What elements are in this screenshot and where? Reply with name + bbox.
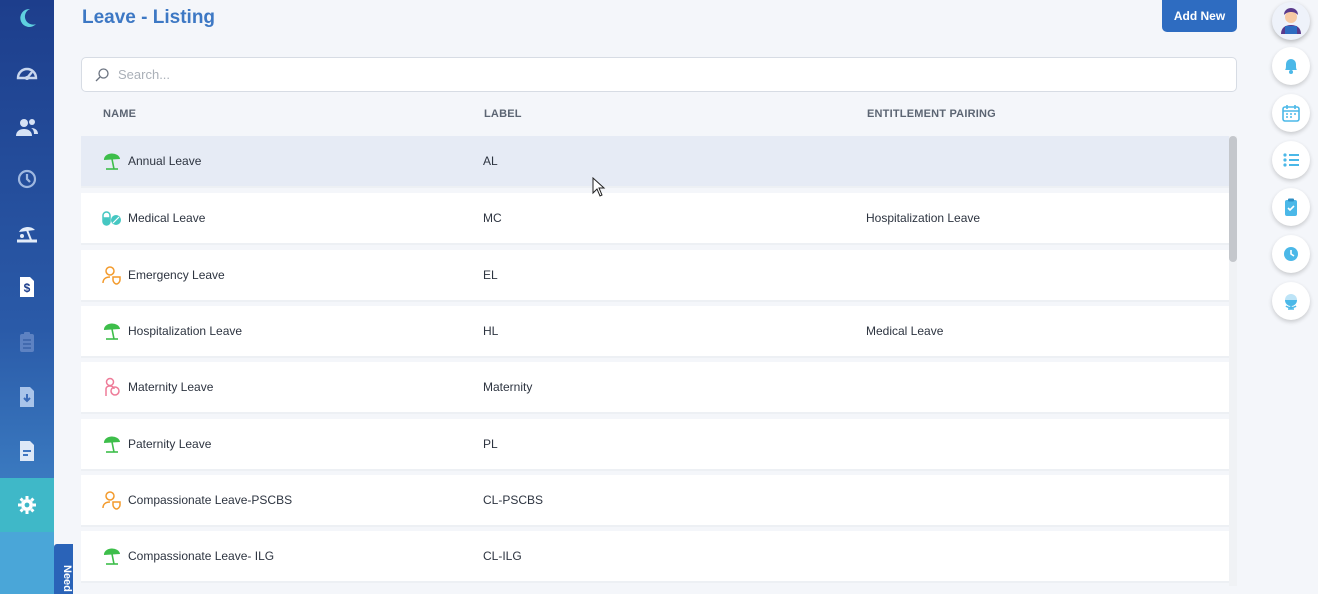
download-document-icon[interactable] (0, 370, 54, 424)
mouse-cursor-icon (592, 177, 606, 197)
person-shield-icon (102, 266, 121, 285)
table-row[interactable]: Maternity Leave Maternity (81, 362, 1229, 414)
globe-icon[interactable] (1272, 282, 1310, 320)
leave-label: PL (483, 437, 498, 451)
column-header-name[interactable]: NAME (103, 108, 136, 120)
table-row[interactable]: Compassionate Leave- ILG CL-ILG (81, 531, 1229, 583)
need-help-tab[interactable]: Need (54, 544, 73, 594)
clock-icon[interactable] (1272, 235, 1310, 273)
search-input[interactable] (118, 67, 1236, 82)
leave-label: CL-PSCBS (483, 493, 544, 507)
calendar-icon[interactable] (1272, 94, 1310, 132)
table-row[interactable]: Medical Leave MC Hospitalization Leave (81, 193, 1229, 245)
entitlement-pairing: Medical Leave (866, 324, 944, 338)
leave-label: MC (483, 211, 502, 225)
entitlement-pairing: Hospitalization Leave (866, 211, 981, 225)
dashboard-gauge-icon[interactable] (0, 46, 54, 100)
bell-icon[interactable] (1272, 47, 1310, 85)
list-icon[interactable] (1272, 141, 1310, 179)
sidebar: $ (0, 0, 54, 594)
table-row[interactable]: Emergency Leave EL (81, 250, 1229, 302)
table-row[interactable]: Hospitalization Leave HL Medical Leave (81, 306, 1229, 358)
beach-umbrella-icon (103, 436, 120, 453)
gear-icon[interactable] (0, 478, 54, 532)
leave-name: Maternity Leave (128, 380, 214, 394)
people-icon[interactable] (0, 100, 54, 154)
leave-label: AL (483, 154, 498, 168)
leave-name: Compassionate Leave-PSCBS (128, 493, 293, 507)
leave-name: Medical Leave (128, 211, 206, 225)
scrollbar-thumb[interactable] (1229, 136, 1237, 262)
table-row[interactable]: Annual Leave AL (81, 136, 1229, 188)
leave-label: EL (483, 268, 498, 282)
search-bar[interactable] (81, 57, 1237, 92)
dollar-document-icon[interactable]: $ (0, 260, 54, 314)
page-title: Leave - Listing (82, 7, 216, 28)
column-header-entitlement-pairing[interactable]: ENTITLEMENT PAIRING (867, 108, 996, 120)
table-header: NAME LABEL ENTITLEMENT PAIRING (81, 100, 1237, 130)
leave-label: HL (483, 324, 499, 338)
beach-umbrella-icon (103, 323, 120, 340)
search-icon (95, 67, 109, 81)
table-row[interactable]: Compassionate Leave-PSCBS CL-PSCBS (81, 475, 1229, 527)
leave-name: Hospitalization Leave (128, 324, 243, 338)
leave-label: Maternity (483, 380, 533, 394)
table-scrollbar[interactable] (1229, 136, 1237, 586)
maternity-icon (105, 377, 120, 396)
document-lines-icon[interactable] (0, 424, 54, 478)
add-new-button[interactable]: Add New (1162, 0, 1237, 32)
svg-text:$: $ (24, 281, 31, 295)
beach-umbrella-icon (103, 153, 120, 170)
sidebar-footer (0, 532, 54, 594)
person-shield-icon (102, 491, 121, 510)
leave-label: CL-ILG (483, 549, 522, 563)
table-row[interactable]: Paternity Leave PL (81, 419, 1229, 471)
column-header-label[interactable]: LABEL (484, 108, 522, 120)
history-clock-icon[interactable] (0, 152, 54, 206)
beach-leave-icon[interactable] (0, 205, 54, 259)
leave-name: Compassionate Leave- ILG (128, 549, 275, 563)
beach-umbrella-icon (103, 548, 120, 565)
leave-name: Emergency Leave (128, 268, 225, 282)
clipboard-list-icon[interactable] (0, 315, 54, 369)
moon-logo-icon[interactable] (0, 0, 54, 45)
leave-name: Paternity Leave (128, 437, 212, 451)
pills-icon (102, 211, 121, 226)
table-body: Annual Leave AL Medical Leave MC Hospita… (81, 136, 1229, 586)
leave-name: Annual Leave (128, 154, 202, 168)
clipboard-check-icon[interactable] (1272, 188, 1310, 226)
avatar[interactable] (1272, 2, 1310, 40)
